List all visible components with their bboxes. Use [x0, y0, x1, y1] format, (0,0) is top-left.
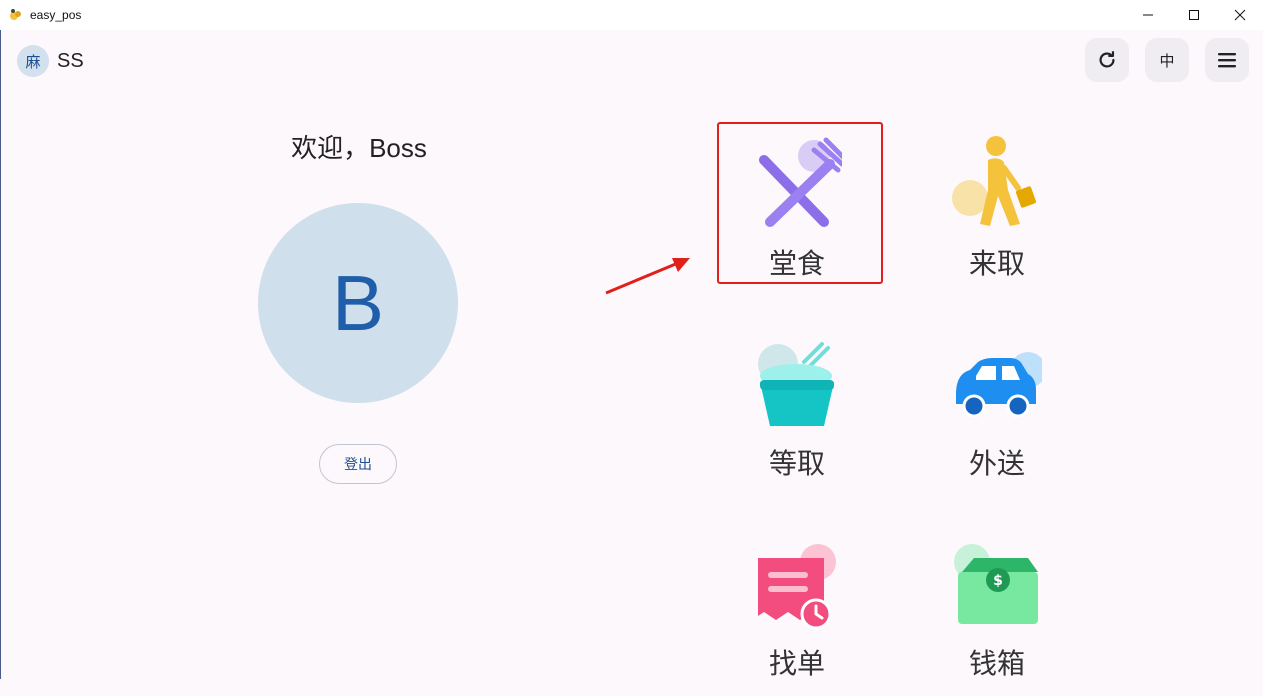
window-title: easy_pos [30, 8, 82, 22]
pointer-arrow-annotation [605, 258, 690, 295]
minimize-button[interactable] [1125, 0, 1171, 30]
tile-wait-pickup[interactable]: 等取 [717, 326, 887, 496]
refresh-button[interactable] [1085, 38, 1129, 82]
maximize-button[interactable] [1171, 0, 1217, 30]
app-logo-icon [10, 9, 21, 20]
tile-find-order[interactable]: 找单 [717, 526, 887, 696]
language-toggle-button[interactable]: 中 [1145, 38, 1189, 82]
tile-pickup[interactable]: 来取 [917, 126, 1087, 296]
highlight-box-annotation [717, 122, 883, 284]
hamburger-menu-icon [1218, 53, 1236, 68]
close-window-button[interactable] [1217, 0, 1263, 30]
tile-label: 钱箱 [968, 648, 1025, 679]
maximize-icon [1189, 10, 1199, 20]
car-icon [956, 352, 1042, 418]
menu-button[interactable] [1205, 38, 1249, 82]
window-border [0, 30, 1, 679]
noodle-bowl-icon [758, 342, 834, 426]
window-titlebar: easy_pos [0, 0, 1263, 30]
user-name: SS [57, 50, 84, 72]
close-icon [1234, 9, 1246, 21]
user-badge[interactable]: 麻 [17, 45, 49, 77]
cash-box-icon: $ [954, 544, 1038, 624]
refresh-icon [1099, 51, 1115, 68]
tile-label: 找单 [768, 648, 825, 679]
welcome-heading: 欢迎，Boss [291, 133, 427, 163]
receipt-clock-icon [758, 544, 836, 630]
svg-text:$: $ [993, 573, 1003, 589]
minimize-icon [1143, 14, 1153, 16]
tile-label: 外送 [968, 448, 1025, 479]
tile-label: 等取 [768, 448, 825, 479]
profile-avatar: B [258, 203, 458, 403]
tile-delivery[interactable]: 外送 [917, 326, 1087, 496]
tile-label: 来取 [968, 248, 1025, 279]
logout-button[interactable]: 登出 [319, 444, 397, 484]
walking-person-icon [952, 136, 1037, 226]
tile-cash-box[interactable]: $ 钱箱 [917, 526, 1087, 696]
